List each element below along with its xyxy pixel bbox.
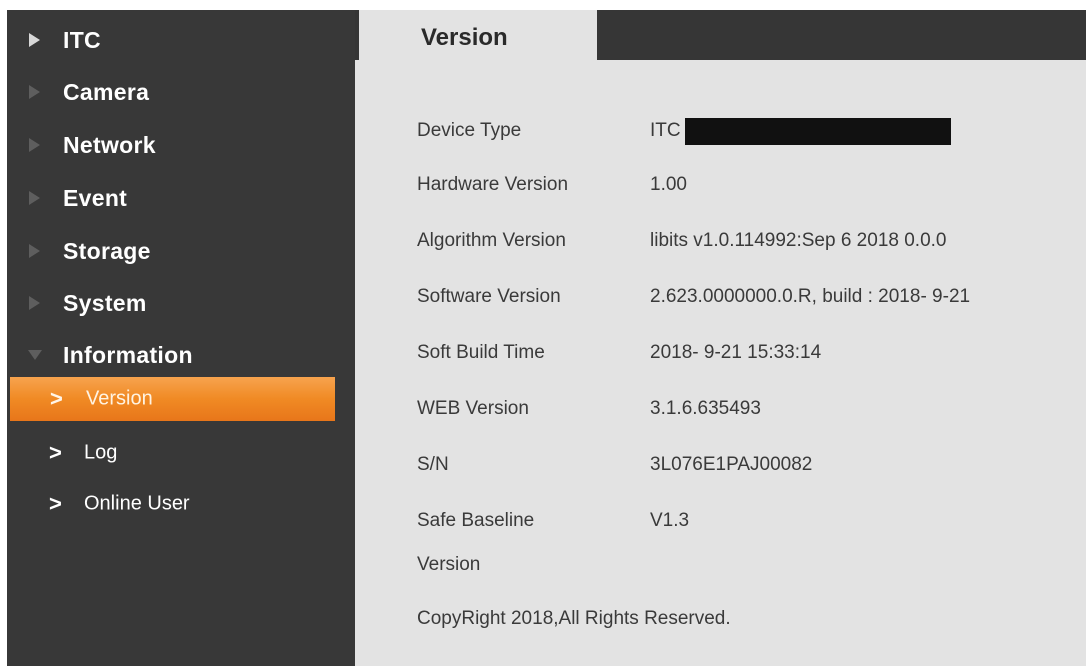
chevron-right-icon: > (50, 386, 63, 411)
safe-baseline-label: Safe Baseline (417, 510, 535, 531)
tab-version[interactable]: Version (359, 10, 597, 60)
sidebar-subitem-label: Version (86, 387, 153, 410)
sidebar-item-storage[interactable]: Storage (7, 231, 347, 271)
sidebar-subitem-label: Online User (84, 492, 190, 515)
app-frame: ITC Camera Network Event Storage System … (7, 10, 1086, 666)
sidebar-item-label: ITC (63, 26, 101, 53)
sidebar-item-event[interactable]: Event (7, 178, 347, 218)
sidebar-item-camera[interactable]: Camera (7, 72, 347, 112)
sidebar-subitem-version[interactable]: > Version (10, 377, 335, 421)
safe-baseline-label-line2: Version (417, 554, 481, 575)
caret-right-icon (29, 138, 40, 152)
sidebar-item-information[interactable]: Information (7, 335, 347, 375)
soft-build-time-label: Soft Build Time (417, 342, 545, 363)
caret-down-icon (28, 350, 42, 360)
device-type-value: ITC (650, 120, 681, 141)
soft-build-time-value: 2018- 9-21 15:33:14 (650, 342, 822, 363)
sidebar-item-label: Information (63, 341, 193, 368)
sidebar-subitem-log[interactable]: > Log (7, 435, 347, 471)
copyright-text: CopyRight 2018,All Rights Reserved. (417, 608, 731, 629)
caret-right-icon (29, 33, 40, 47)
chevron-right-icon: > (49, 491, 62, 516)
hardware-version-value: 1.00 (650, 174, 687, 195)
sidebar-item-label: Storage (63, 237, 151, 264)
sidebar-item-network[interactable]: Network (7, 125, 347, 165)
sidebar-item-label: System (63, 289, 147, 316)
serial-number-value: 3L076E1PAJ00082 (650, 454, 813, 475)
software-version-value: 2.623.0000000.0.R, build : 2018- 9-21 (650, 286, 971, 307)
content-panel: Version Device Type ITC Hardware Version… (355, 10, 1086, 666)
caret-right-icon (29, 244, 40, 258)
tab-bar: Version (355, 10, 1086, 60)
caret-right-icon (29, 85, 40, 99)
tab-label: Version (421, 24, 508, 51)
sidebar-item-system[interactable]: System (7, 283, 347, 323)
serial-number-label: S/N (417, 454, 449, 475)
device-type-label: Device Type (417, 120, 522, 141)
sidebar-item-label: Camera (63, 78, 150, 105)
hardware-version-label: Hardware Version (417, 174, 569, 195)
web-version-label: WEB Version (417, 398, 529, 419)
sidebar-item-label: Network (63, 131, 156, 158)
safe-baseline-value: V1.3 (650, 510, 690, 531)
sidebar: ITC Camera Network Event Storage System … (7, 10, 355, 666)
algorithm-version-label: Algorithm Version (417, 230, 566, 251)
chevron-right-icon: > (49, 440, 62, 465)
sidebar-subitem-label: Log (84, 441, 118, 464)
sidebar-subitem-online-user[interactable]: > Online User (7, 486, 347, 522)
caret-right-icon (29, 191, 40, 205)
caret-right-icon (29, 296, 40, 310)
sidebar-item-itc[interactable]: ITC (7, 20, 347, 60)
web-version-value: 3.1.6.635493 (650, 398, 761, 419)
software-version-label: Software Version (417, 286, 561, 307)
algorithm-version-value: libits v1.0.114992:Sep 6 2018 0.0.0 (650, 230, 947, 251)
redaction-bar (685, 118, 951, 145)
sidebar-item-label: Event (63, 184, 128, 211)
